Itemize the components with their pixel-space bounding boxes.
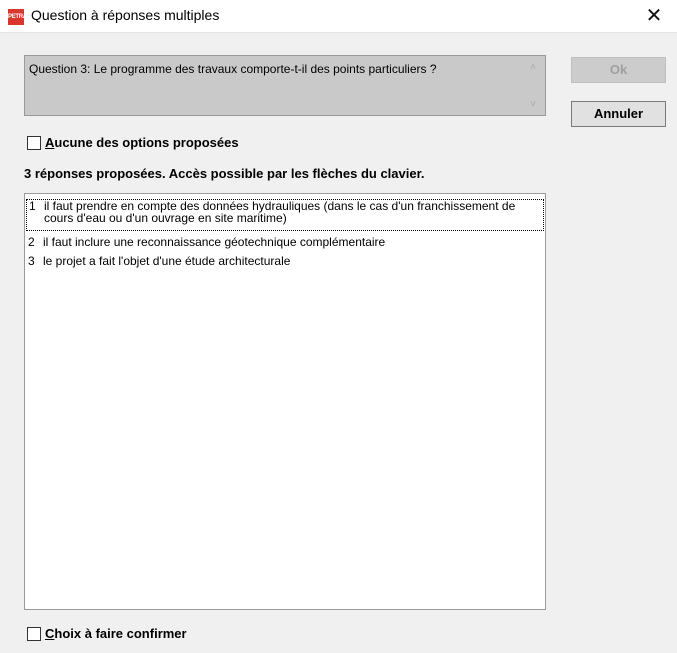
none-option-label-rest: ucune des options proposées <box>54 135 239 150</box>
list-item[interactable]: 3 le projet a fait l'objet d'une étude a… <box>26 255 544 269</box>
info-line: 3 réponses proposées. Accès possible par… <box>24 166 425 181</box>
list-item[interactable]: 1 il faut prendre en compte des données … <box>26 199 544 231</box>
list-item-number: 2 <box>28 235 35 249</box>
none-option-checkbox[interactable] <box>27 136 41 150</box>
scroll-down-arrow-icon[interactable]: ˅ <box>527 99 539 111</box>
title-bar: PETRA Question à réponses multiples ✕ <box>0 0 677 33</box>
list-item-number: 3 <box>28 254 35 268</box>
none-option-label[interactable]: Aucune des options proposées <box>45 135 239 150</box>
question-box[interactable]: Question 3: Le programme des travaux com… <box>24 55 546 116</box>
list-item-text: il faut prendre en compte des données hy… <box>44 199 516 225</box>
list-item-number: 1 <box>29 199 36 213</box>
answers-list[interactable]: 1 il faut prendre en compte des données … <box>24 193 546 610</box>
confirm-choice-accel: C <box>45 626 55 641</box>
ok-button[interactable]: Ok <box>571 57 666 83</box>
question-text: Question 3: Le programme des travaux com… <box>29 62 437 76</box>
confirm-choice-label[interactable]: Choix à faire confirmer <box>45 626 187 641</box>
confirm-choice-checkbox[interactable] <box>27 627 41 641</box>
scroll-up-arrow-icon[interactable]: ˄ <box>527 62 539 74</box>
close-icon: ✕ <box>645 5 663 27</box>
none-option-accel: A <box>45 135 55 150</box>
app-icon: PETRA <box>8 9 27 25</box>
confirm-choice-label-rest: hoix à faire confirmer <box>54 626 187 641</box>
window-title: Question à réponses multiples <box>31 7 220 23</box>
close-button[interactable]: ✕ <box>631 0 677 32</box>
cancel-button[interactable]: Annuler <box>571 101 666 127</box>
list-item-text: il faut inclure une reconnaissance géote… <box>43 235 386 249</box>
list-item[interactable]: 2 il faut inclure une reconnaissance géo… <box>26 236 544 250</box>
list-item-text: le projet a fait l'objet d'une étude arc… <box>43 254 291 268</box>
